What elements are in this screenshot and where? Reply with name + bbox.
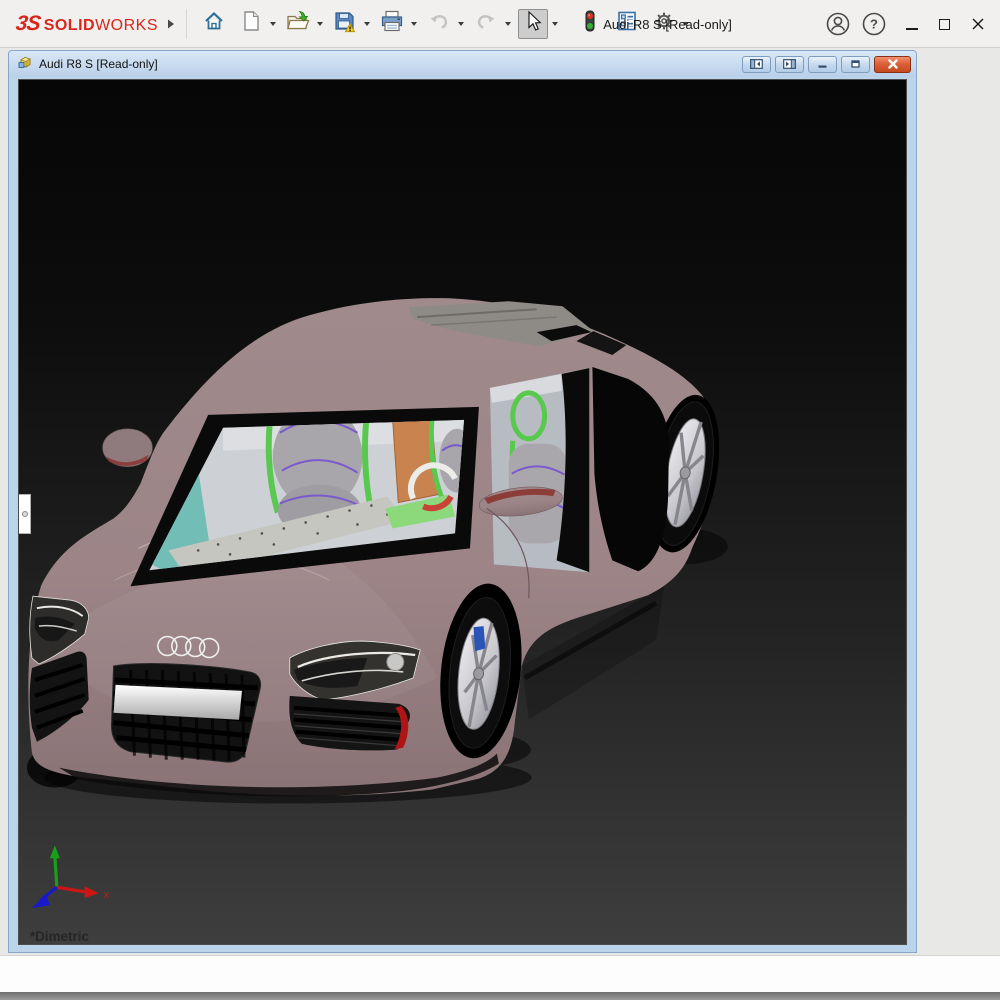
close-icon [971,17,985,31]
save-button[interactable] [330,9,360,39]
help-icon: ? [861,11,887,37]
app-titlebar: 3S SOLID WORKS [0,0,1000,48]
titlebar-right-controls: ? [823,0,994,48]
account-button[interactable] [823,9,853,39]
help-button[interactable]: ? [859,9,889,39]
show-right-pane-button[interactable] [775,56,804,73]
maximize-icon [939,19,950,30]
right-pane-icon [783,59,796,69]
undo-dropdown[interactable] [458,22,464,26]
app-close-button[interactable] [961,7,994,41]
app-minimize-button[interactable] [895,7,928,41]
open-folder-icon [286,10,310,37]
print-button[interactable] [377,9,407,39]
save-icon [333,9,357,38]
open-button[interactable] [283,9,313,39]
show-left-pane-button[interactable] [742,56,771,73]
menu-expander-arrow-icon[interactable] [166,18,176,30]
view-orientation-label: *Dimetric [30,929,89,944]
scene-canvas[interactable]: x *Dimetric [19,80,906,944]
help-glyph: ? [870,17,878,32]
undo-button[interactable] [424,9,454,39]
mdi-workspace: Audi R8 S [Read-only] [0,48,1000,1000]
document-titlebar[interactable]: Audi R8 S [Read-only] [9,51,916,77]
home-button[interactable] [199,9,229,39]
print-dropdown[interactable] [411,22,417,26]
triad-x-label: x [104,889,110,901]
logo-works-text: WORKS [95,17,158,35]
select-tool-dropdown[interactable] [552,22,558,26]
logo-3s-mark: 3S [14,12,41,36]
new-document-button[interactable] [236,9,266,39]
doc-minimize-button[interactable] [808,56,837,73]
graphics-viewport[interactable]: x *Dimetric [18,79,907,945]
bottom-bar [0,992,1000,1000]
assembly-document-icon [17,54,33,75]
redo-button[interactable] [471,9,501,39]
open-dropdown[interactable] [317,22,323,26]
doc-restore-icon [849,59,862,69]
reference-triad[interactable]: x [32,845,110,908]
document-title: Audi R8 S [Read-only] [39,57,158,71]
doc-close-button[interactable] [874,56,911,73]
document-window: Audi R8 S [Read-only] [8,50,917,953]
select-tool-button[interactable] [518,9,548,39]
save-dropdown[interactable] [364,22,370,26]
account-icon [825,11,851,37]
toolbar-separator [186,9,187,39]
solidworks-logo: 3S SOLID WORKS [16,12,164,36]
print-icon [380,10,404,37]
redo-icon [475,11,497,36]
left-pane-icon [750,59,763,69]
home-icon [203,10,225,37]
left-mirror [103,429,153,467]
doc-close-icon [886,59,900,69]
logo-solid-text: SOLID [44,17,95,35]
redo-dropdown[interactable] [505,22,511,26]
front-grille [111,663,260,762]
undo-icon [428,11,450,36]
featuremanager-collapse-tab[interactable] [19,494,31,534]
select-arrow-icon [523,10,543,37]
audi-r8-model[interactable] [28,298,730,796]
right-intake [289,696,410,751]
doc-restore-button[interactable] [841,56,870,73]
app-maximize-button[interactable] [928,7,961,41]
document-window-controls [742,56,911,73]
doc-minimize-icon [816,59,829,69]
minimize-icon [906,28,918,30]
collapse-tab-dot [22,511,28,517]
app-title: Audi R8 S [Read-only] [560,0,775,48]
status-strip [0,955,1000,992]
new-document-dropdown[interactable] [270,22,276,26]
new-document-icon [241,10,261,37]
side-window [490,368,590,572]
